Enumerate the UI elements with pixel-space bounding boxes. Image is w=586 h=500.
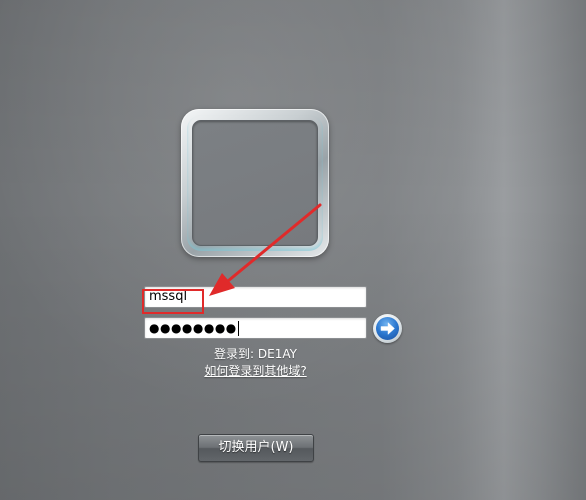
switch-user-button[interactable]: 切换用户(W) (198, 434, 314, 462)
user-picture-placeholder (192, 120, 318, 246)
password-mask: ●●●●●●●● (149, 321, 237, 335)
username-value: mssql (149, 289, 188, 304)
logon-to-text: 登录到: DE1AY (0, 345, 511, 362)
other-domain-link[interactable]: 如何登录到其他域? (204, 364, 306, 378)
logon-to-label: 登录到: (214, 347, 255, 361)
text-cursor (237, 321, 239, 336)
right-arrow-icon (380, 321, 395, 336)
username-field[interactable]: mssql (144, 286, 367, 308)
domain-name: DE1AY (257, 347, 297, 361)
password-field[interactable]: ●●●●●●●● (144, 317, 367, 339)
user-picture-tile (181, 109, 329, 257)
other-domain-link-row: 如何登录到其他域? (0, 362, 511, 379)
submit-arrow-button[interactable] (373, 314, 402, 343)
